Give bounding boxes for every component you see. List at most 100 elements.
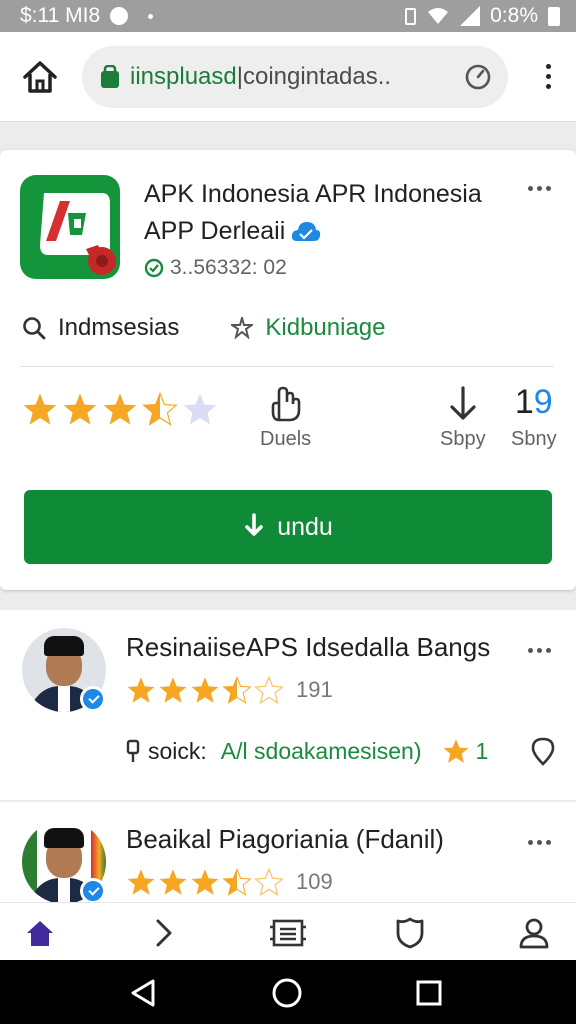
- empty-star-icon: [183, 393, 217, 425]
- stat-count-value-main: 1: [514, 383, 534, 421]
- nav-home[interactable]: [20, 913, 60, 953]
- pin-icon: [126, 739, 140, 762]
- system-recents[interactable]: [412, 976, 446, 1010]
- location-icon[interactable]: [530, 736, 556, 766]
- nav-forward[interactable]: [144, 913, 184, 953]
- sim-icon: [405, 7, 417, 25]
- empty-star-icon: [254, 676, 284, 704]
- url-host: iinspluasd: [130, 62, 237, 90]
- verified-icon: [80, 878, 106, 902]
- review-author[interactable]: Beaikal Piagoriania (Fdanil): [126, 824, 444, 855]
- review-source-label: soick:: [148, 737, 207, 764]
- news-icon: [270, 919, 306, 947]
- status-time: $:11 MI8: [20, 4, 101, 27]
- review-card: ResinaiiseAPS Idsedalla Bangs 191 soick:…: [0, 610, 576, 800]
- star-icon: [23, 393, 57, 425]
- person-icon: [519, 918, 549, 949]
- url-text: iinspluasd|coingintadas..: [130, 62, 392, 90]
- app-title: APK Indonesia APR Indonesia APP Derleaii: [144, 176, 514, 250]
- tag-category[interactable]: Kidbuniage: [231, 314, 386, 342]
- cloud-badge-icon: [292, 222, 321, 241]
- divider: [20, 366, 554, 367]
- review-rating: 1: [442, 737, 489, 765]
- home-icon[interactable]: [22, 60, 58, 94]
- home-circle-icon: [272, 978, 302, 1008]
- system-home[interactable]: [270, 976, 304, 1010]
- url-path: coingintadas..: [242, 62, 392, 90]
- back-icon: [131, 979, 155, 1007]
- recents-icon: [416, 980, 442, 1006]
- app-stats: Duels Sbpy 19 Sbny: [0, 383, 576, 476]
- review-footer: soick: A/l sdoakamesisen) 1: [126, 736, 556, 766]
- app-card: APK Indonesia APR Indonesia APP Derleaii…: [0, 150, 576, 590]
- review-rating-value: 1: [475, 737, 489, 764]
- star-icon: [159, 677, 187, 703]
- review-author[interactable]: ResinaiiseAPS Idsedalla Bangs: [126, 632, 490, 663]
- star-icon: [443, 739, 468, 763]
- battery-percent: 0:8%: [490, 4, 538, 27]
- star-icon: [127, 869, 155, 895]
- nav-news[interactable]: [268, 913, 308, 953]
- review-count: 109: [296, 869, 333, 894]
- system-nav-bar: [0, 960, 576, 1024]
- review-card: Beaikal Piagoriania (Fdanil) 109: [0, 802, 576, 902]
- star-icon: [159, 869, 187, 895]
- review-more-icon[interactable]: [528, 648, 551, 653]
- half-star-icon: [142, 392, 178, 426]
- half-star-icon: [222, 676, 252, 704]
- stat-sbpy-label: Sbpy: [440, 428, 486, 450]
- star-icon: [191, 677, 219, 703]
- app-tags: Indmsesias Kidbuniage: [22, 314, 386, 342]
- empty-star-icon: [254, 868, 284, 896]
- app-meta-text: 3..56332: 02: [170, 256, 287, 279]
- tag-right-label: Kidbuniage: [265, 314, 386, 341]
- download-button[interactable]: undu: [24, 490, 552, 564]
- puzzle-icon: [231, 317, 254, 339]
- stat-duels-label: Duels: [260, 428, 312, 450]
- review-more-icon[interactable]: [528, 840, 551, 845]
- review-count: 191: [296, 677, 333, 702]
- system-back[interactable]: [126, 976, 160, 1010]
- verified-icon: [80, 686, 106, 712]
- nav-profile[interactable]: [514, 913, 554, 953]
- app-meta: 3..56332: 02: [144, 256, 287, 280]
- notification-icon: [110, 7, 129, 25]
- status-bar: $:11 MI8 0:8%: [0, 0, 576, 32]
- star-icon: [63, 393, 97, 425]
- download-icon: [245, 513, 263, 536]
- download-arrow-icon: [450, 386, 476, 420]
- chevron-right-icon: [156, 919, 172, 947]
- app-logo-icon[interactable]: [20, 175, 120, 279]
- stat-duels[interactable]: Duels: [260, 386, 311, 451]
- reload-icon[interactable]: [464, 63, 492, 91]
- stat-count-value-accent: 9: [533, 383, 553, 421]
- tag-search[interactable]: Indmsesias: [22, 314, 179, 342]
- notification-dot-icon: [148, 13, 154, 19]
- clock-icon: [144, 258, 164, 278]
- star-icon: [191, 869, 219, 895]
- nav-shield[interactable]: [390, 913, 430, 953]
- browser-menu-icon[interactable]: [538, 64, 558, 89]
- stat-count-value: 19: [515, 382, 553, 422]
- hand-icon: [271, 386, 300, 422]
- wifi-icon: [428, 8, 449, 24]
- stat-count-label: Sbny: [511, 428, 557, 450]
- download-label: undu: [277, 512, 333, 541]
- tag-left-label: Indmsesias: [58, 314, 180, 341]
- star-icon: [127, 677, 155, 703]
- shield-icon: [396, 917, 424, 949]
- review-link[interactable]: A/l sdoakamesisen): [221, 738, 422, 765]
- review-stars: 109: [126, 868, 333, 896]
- stat-count[interactable]: 19 Sbny: [511, 382, 557, 451]
- battery-icon: [548, 6, 560, 26]
- half-star-icon: [222, 868, 252, 896]
- address-bar[interactable]: iinspluasd|coingintadas..: [82, 45, 508, 108]
- signal-icon: [460, 6, 481, 26]
- browser-toolbar: iinspluasd|coingintadas..: [0, 32, 576, 122]
- bottom-nav: [0, 902, 576, 960]
- home-icon: [27, 921, 53, 946]
- review-source: soick:: [126, 738, 207, 765]
- app-more-icon[interactable]: [528, 186, 551, 191]
- stat-sbpy[interactable]: Sbpy: [440, 386, 486, 451]
- lock-icon: [101, 64, 119, 88]
